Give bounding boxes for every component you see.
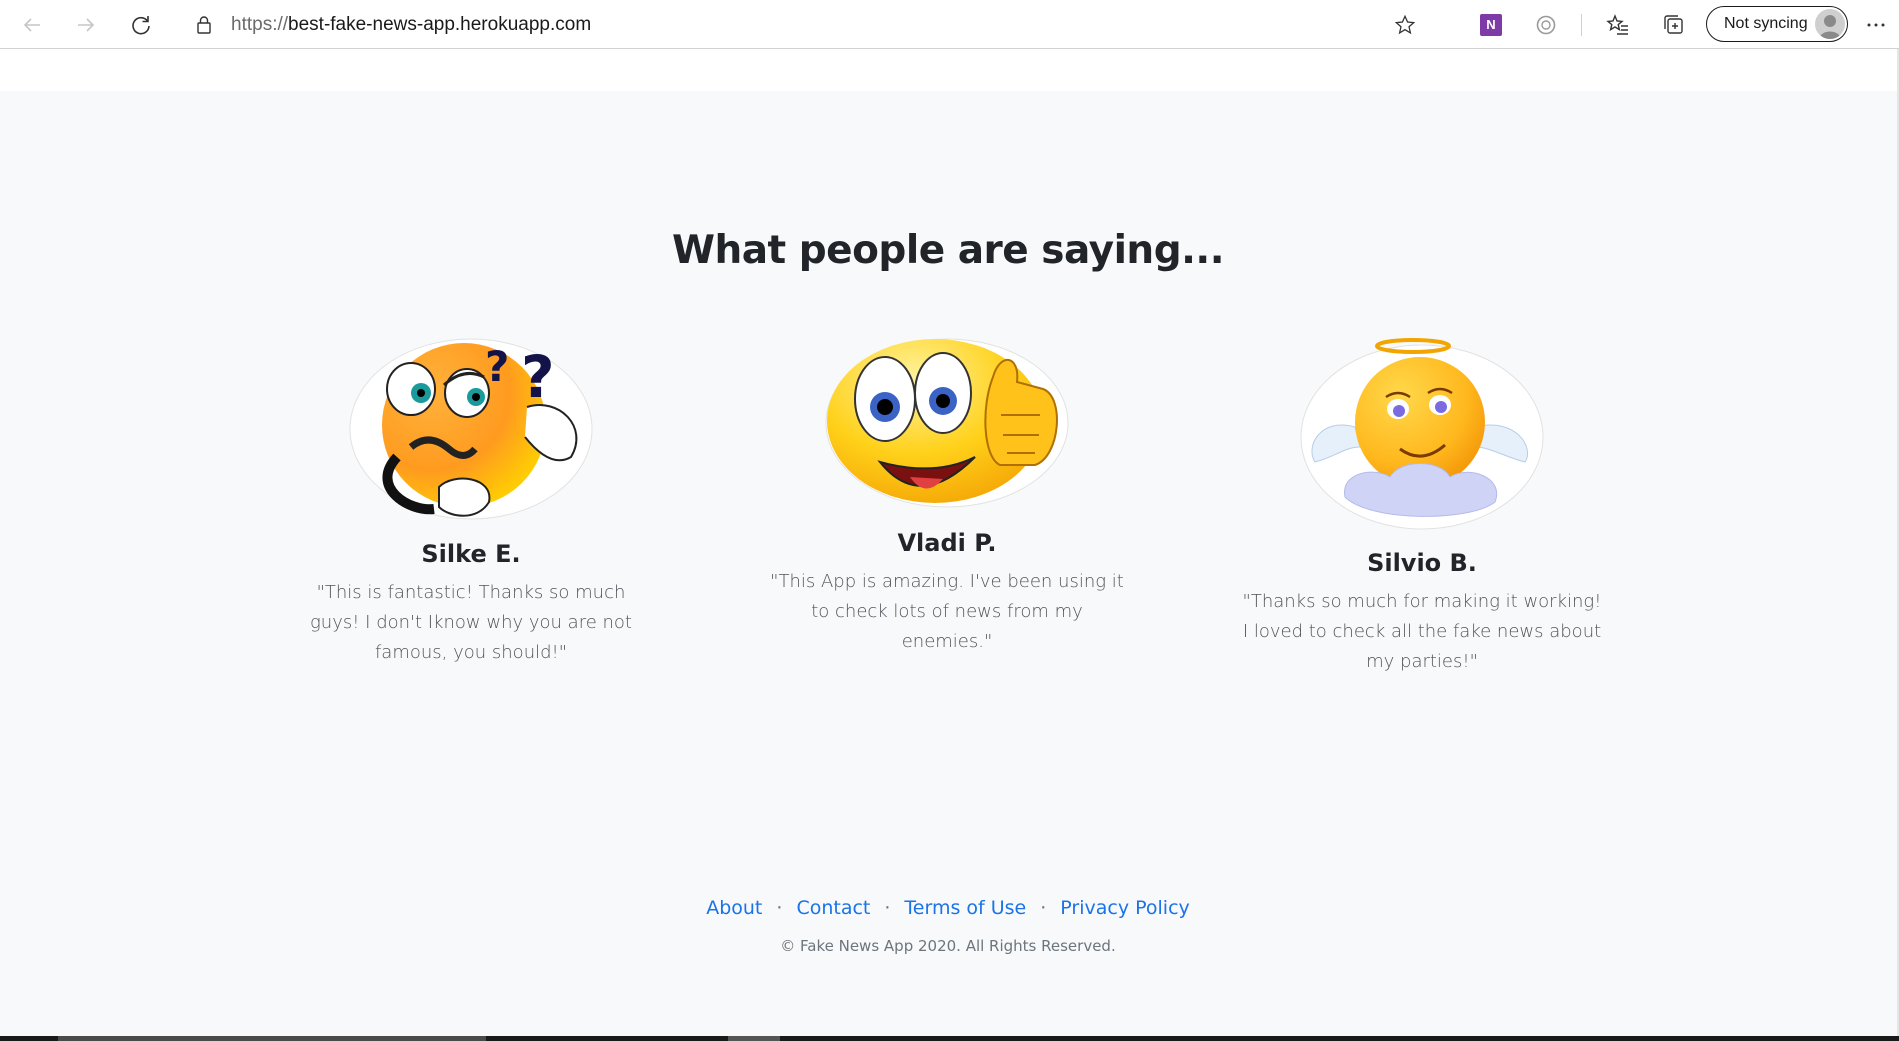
address-bar[interactable]: https://best-fake-news-app.herokuapp.com bbox=[176, 5, 1426, 45]
sync-profile-button[interactable]: Not syncing bbox=[1706, 6, 1848, 42]
collections-button[interactable] bbox=[1656, 7, 1692, 43]
refresh-icon bbox=[132, 16, 150, 35]
extension-button[interactable] bbox=[1528, 7, 1564, 43]
taskbar-edge bbox=[0, 1036, 1899, 1041]
arrow-left-icon bbox=[23, 18, 40, 32]
taskbar-segment bbox=[58, 1036, 486, 1041]
copyright-text: © Fake News App 2020. All Rights Reserve… bbox=[780, 937, 1116, 955]
refresh-button[interactable] bbox=[123, 7, 159, 43]
arrow-right-icon bbox=[78, 18, 95, 32]
footer-link-contact[interactable]: Contact bbox=[796, 897, 870, 919]
testimonial-quote: "This is fantastic! Thanks so much guys!… bbox=[310, 582, 632, 663]
footer-link-privacy[interactable]: Privacy Policy bbox=[1060, 897, 1189, 919]
testimonial-name: Silvio B. bbox=[1367, 549, 1477, 577]
favorites-button[interactable] bbox=[1600, 7, 1636, 43]
favorite-star-icon[interactable] bbox=[1394, 14, 1416, 36]
taskbar-segment bbox=[728, 1036, 780, 1041]
onenote-extension-icon[interactable]: N bbox=[1480, 14, 1502, 36]
url-scheme: https:// bbox=[231, 14, 289, 35]
collections-icon bbox=[1664, 15, 1683, 34]
settings-more-button[interactable] bbox=[1858, 7, 1894, 43]
footer-separator: · bbox=[1040, 897, 1047, 919]
testimonial-name: Silke E. bbox=[421, 540, 521, 568]
profile-avatar-icon bbox=[1815, 9, 1845, 39]
browser-toolbar: https://best-fake-news-app.herokuapp.com… bbox=[0, 0, 1899, 49]
footer-link-terms[interactable]: Terms of Use bbox=[904, 897, 1026, 919]
sync-label: Not syncing bbox=[1724, 15, 1808, 32]
extension-circle-icon bbox=[1536, 15, 1556, 35]
favorites-list-icon bbox=[1606, 14, 1628, 35]
testimonial-quote: "This App is amazing. I've been using it… bbox=[770, 571, 1124, 652]
back-button[interactable] bbox=[14, 7, 50, 43]
section-heading: What people are saying... bbox=[671, 228, 1225, 273]
angel-emoji-avatar bbox=[1300, 338, 1544, 530]
lock-icon bbox=[197, 16, 211, 34]
footer-nav: About · Contact · Terms of Use · Privacy Polic… bbox=[0, 897, 1896, 919]
svg-text:?: ? bbox=[485, 342, 509, 391]
thinking-emoji-avatar: ? ? bbox=[349, 338, 593, 520]
testimonial-quote: "Thanks so much for making it working! I… bbox=[1242, 591, 1602, 672]
svg-text:?: ? bbox=[521, 343, 555, 411]
toolbar-separator bbox=[1581, 14, 1582, 36]
footer-link-about[interactable]: About bbox=[706, 897, 762, 919]
url-host: best-fake-news-app.herokuapp.com bbox=[288, 14, 592, 35]
thumbs-up-emoji-avatar bbox=[825, 338, 1069, 508]
footer-separator: · bbox=[884, 897, 891, 919]
page-top-band bbox=[0, 49, 1899, 91]
testimonial-name: Vladi P. bbox=[897, 529, 997, 557]
forward-button[interactable] bbox=[68, 7, 104, 43]
more-horizontal-icon bbox=[1867, 23, 1885, 27]
footer-separator: · bbox=[776, 897, 783, 919]
url-text: https://best-fake-news-app.herokuapp.com bbox=[231, 5, 591, 45]
